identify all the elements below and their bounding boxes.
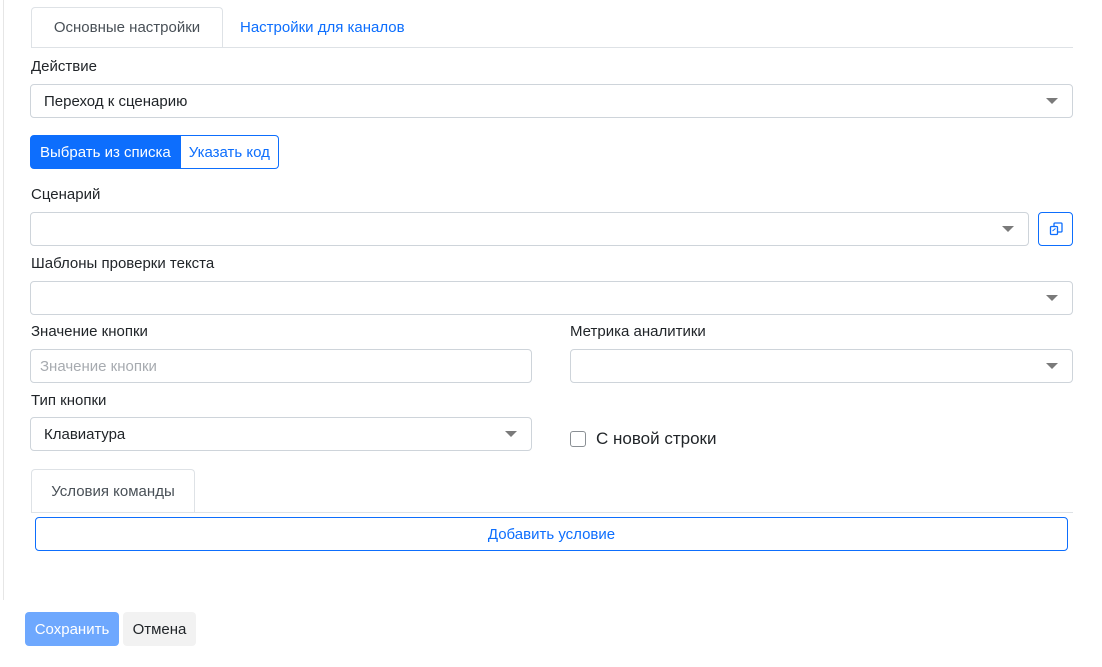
add-condition-button[interactable]: Добавить условие bbox=[35, 517, 1068, 551]
button-value-placeholder: Значение кнопки bbox=[40, 357, 157, 375]
tab-channel-settings[interactable]: Настройки для каналов bbox=[224, 7, 421, 48]
action-select-value: Переход к сценарию bbox=[44, 92, 188, 110]
action-label: Действие bbox=[31, 58, 97, 75]
tab-main-settings[interactable]: Основные настройки bbox=[31, 7, 223, 48]
text-templates-label: Шаблоны проверки текста bbox=[31, 255, 215, 272]
chevron-down-icon bbox=[1002, 226, 1014, 232]
button-value-label: Значение кнопки bbox=[31, 323, 148, 340]
button-type-label: Тип кнопки bbox=[31, 392, 107, 409]
select-from-list-button[interactable]: Выбрать из списка bbox=[30, 135, 181, 169]
mode-toggle-group: Выбрать из списка Указать код bbox=[30, 135, 279, 169]
scenario-label: Сценарий bbox=[31, 186, 101, 203]
analytics-metric-select[interactable] bbox=[570, 349, 1073, 383]
copy-icon bbox=[1049, 222, 1063, 236]
copy-scenario-button[interactable] bbox=[1038, 212, 1073, 246]
button-value-input[interactable]: Значение кнопки bbox=[30, 349, 532, 383]
button-type-select[interactable]: Клавиатура bbox=[30, 417, 532, 451]
chevron-down-icon bbox=[1046, 295, 1058, 301]
chevron-down-icon bbox=[505, 431, 517, 437]
new-line-checkbox[interactable] bbox=[570, 431, 586, 447]
text-templates-select[interactable] bbox=[30, 281, 1073, 315]
tab-command-conditions[interactable]: Условия команды bbox=[31, 469, 195, 513]
new-line-label[interactable]: С новой строки bbox=[596, 429, 717, 449]
analytics-metric-label: Метрика аналитики bbox=[570, 323, 706, 340]
cancel-button[interactable]: Отмена bbox=[123, 612, 196, 646]
panel-left-border bbox=[3, 0, 4, 600]
scenario-select[interactable] bbox=[30, 212, 1029, 246]
specify-code-button[interactable]: Указать код bbox=[180, 135, 279, 169]
chevron-down-icon bbox=[1046, 363, 1058, 369]
button-type-select-value: Клавиатура bbox=[44, 425, 126, 443]
save-button[interactable]: Сохранить bbox=[25, 612, 119, 646]
tabs-divider bbox=[31, 47, 1073, 48]
action-select[interactable]: Переход к сценарию bbox=[30, 84, 1073, 118]
conditions-divider bbox=[31, 512, 1073, 513]
chevron-down-icon bbox=[1046, 98, 1058, 104]
